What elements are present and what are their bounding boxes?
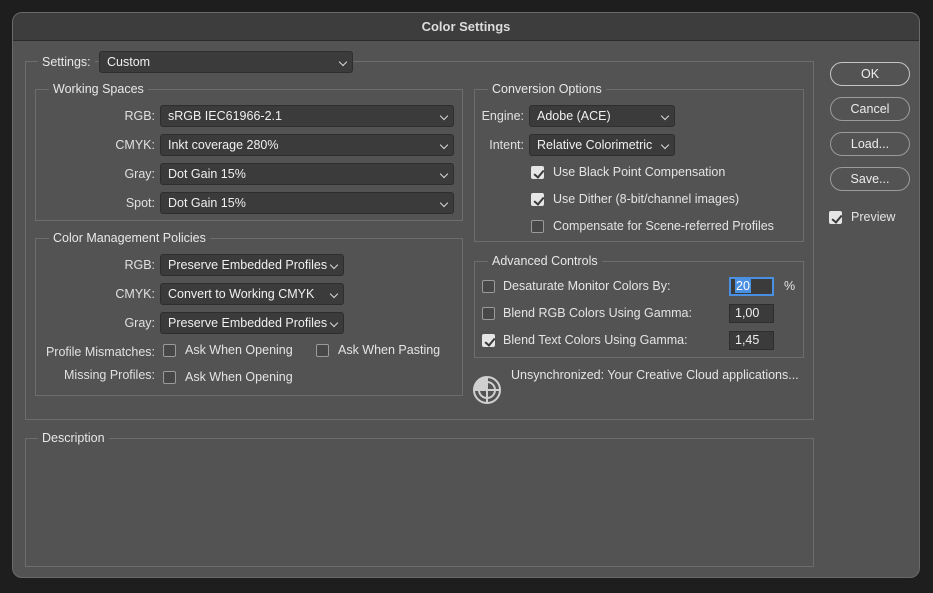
desaturate-unit: % — [784, 279, 796, 293]
settings-legend: Settings: — [38, 53, 95, 75]
blend-rgb-checkbox[interactable] — [482, 307, 495, 320]
policy-gray-value: Preserve Embedded Profiles — [168, 316, 328, 330]
desaturate-checkbox[interactable] — [482, 280, 495, 293]
engine-label: Engine: — [481, 109, 524, 123]
save-button[interactable]: Save... — [830, 167, 910, 191]
ws-cmyk-value: Inkt coverage 280% — [168, 138, 279, 152]
policy-cmyk-value: Convert to Working CMYK — [168, 287, 315, 301]
window-title: Color Settings — [421, 19, 511, 34]
engine-select[interactable]: Adobe (ACE) — [529, 105, 675, 127]
chevron-down-icon — [329, 318, 339, 328]
ws-gray-select[interactable]: Dot Gain 15% — [160, 163, 454, 185]
preview-label: Preview — [851, 210, 896, 224]
ws-gray-value: Dot Gain 15% — [168, 167, 246, 181]
ws-spot-label: Spot: — [125, 196, 155, 210]
chevron-down-icon — [439, 140, 449, 150]
ws-rgb-select[interactable]: sRGB IEC61966-2.1 — [160, 105, 454, 127]
mismatch-opening-label: Ask When Opening — [185, 343, 293, 357]
chevron-down-icon — [338, 57, 348, 67]
desaturate-field[interactable]: 20 — [729, 277, 774, 296]
ws-rgb-value: sRGB IEC61966-2.1 — [168, 109, 282, 123]
scene-referred-label: Compensate for Scene-referred Profiles — [553, 219, 774, 233]
chevron-down-icon — [439, 111, 449, 121]
description-title: Description — [38, 431, 109, 445]
blend-text-checkbox[interactable] — [482, 334, 495, 347]
blend-rgb-label: Blend RGB Colors Using Gamma: — [503, 306, 692, 320]
blend-rgb-field[interactable]: 1,00 — [729, 304, 774, 323]
desaturate-value: 20 — [735, 279, 751, 293]
intent-label: Intent: — [489, 138, 524, 152]
missing-profiles-label: Missing Profiles: — [64, 368, 155, 382]
ws-cmyk-select[interactable]: Inkt coverage 280% — [160, 134, 454, 156]
ws-rgb-label: RGB: — [124, 109, 155, 123]
chevron-down-icon — [660, 140, 670, 150]
ws-cmyk-label: CMYK: — [115, 138, 155, 152]
blend-text-value: 1,45 — [735, 333, 760, 347]
title-bar: Color Settings — [13, 13, 919, 41]
cancel-button[interactable]: Cancel — [830, 97, 910, 121]
sync-status-text: Unsynchronized: Your Creative Cloud appl… — [511, 368, 799, 382]
desaturate-label: Desaturate Monitor Colors By: — [503, 279, 671, 293]
settings-value: Custom — [107, 55, 151, 69]
settings-select[interactable]: Custom — [99, 51, 353, 73]
sync-status-icon — [473, 376, 501, 404]
blend-text-label: Blend Text Colors Using Gamma: — [503, 333, 688, 347]
color-settings-dialog: Color Settings Settings: Custom Working … — [12, 12, 920, 578]
description-panel — [25, 438, 814, 567]
policy-rgb-select[interactable]: Preserve Embedded Profiles — [160, 254, 344, 276]
ok-button[interactable]: OK — [830, 62, 910, 86]
mismatch-pasting-checkbox[interactable] — [316, 344, 329, 357]
black-point-label: Use Black Point Compensation — [553, 165, 726, 179]
advanced-title: Advanced Controls — [488, 254, 602, 268]
ws-spot-select[interactable]: Dot Gain 15% — [160, 192, 454, 214]
chevron-down-icon — [439, 198, 449, 208]
mismatch-pasting-label: Ask When Pasting — [338, 343, 441, 357]
scene-referred-checkbox[interactable] — [531, 220, 544, 233]
chevron-down-icon — [439, 169, 449, 179]
ws-spot-value: Dot Gain 15% — [168, 196, 246, 210]
mismatch-opening-checkbox[interactable] — [163, 344, 176, 357]
black-point-checkbox[interactable] — [531, 166, 544, 179]
conversion-title: Conversion Options — [488, 82, 606, 96]
policy-cmyk-select[interactable]: Convert to Working CMYK — [160, 283, 344, 305]
missing-opening-checkbox[interactable] — [163, 371, 176, 384]
policy-cmyk-label: CMYK: — [115, 287, 155, 301]
chevron-down-icon — [660, 111, 670, 121]
ws-gray-label: Gray: — [124, 167, 155, 181]
intent-value: Relative Colorimetric — [537, 138, 653, 152]
policy-rgb-value: Preserve Embedded Profiles — [168, 258, 328, 272]
chevron-down-icon — [329, 289, 339, 299]
intent-select[interactable]: Relative Colorimetric — [529, 134, 675, 156]
policies-title: Color Management Policies — [49, 231, 210, 245]
load-button[interactable]: Load... — [830, 132, 910, 156]
blend-rgb-value: 1,00 — [735, 306, 760, 320]
working-spaces-title: Working Spaces — [49, 82, 148, 96]
settings-label: Settings: — [42, 55, 91, 69]
blend-text-field[interactable]: 1,45 — [729, 331, 774, 350]
policy-rgb-label: RGB: — [124, 258, 155, 272]
policy-gray-label: Gray: — [124, 316, 155, 330]
chevron-down-icon — [329, 260, 339, 270]
dither-checkbox[interactable] — [531, 193, 544, 206]
preview-checkbox[interactable] — [829, 211, 842, 224]
policy-gray-select[interactable]: Preserve Embedded Profiles — [160, 312, 344, 334]
missing-opening-label: Ask When Opening — [185, 370, 293, 384]
dither-label: Use Dither (8-bit/channel images) — [553, 192, 740, 206]
profile-mismatches-label: Profile Mismatches: — [45, 345, 155, 359]
engine-value: Adobe (ACE) — [537, 109, 611, 123]
